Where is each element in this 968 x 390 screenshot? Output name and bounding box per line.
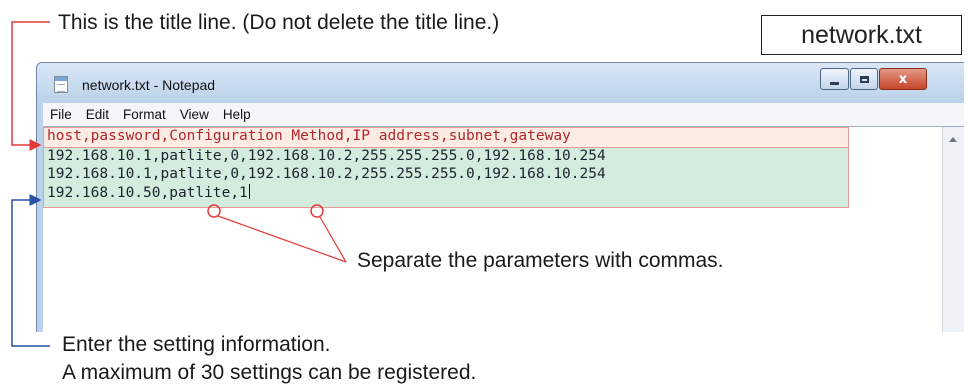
close-button[interactable]: x [879,68,927,90]
menu-help[interactable]: Help [216,107,258,122]
minimize-icon [830,81,839,85]
editor-line-setting-1: 192.168.10.1,patlite,0,192.168.10.2,255.… [47,148,606,164]
close-icon: x [898,71,908,87]
notepad-icon [54,76,68,93]
menu-format[interactable]: Format [116,107,173,122]
comma-note: Separate the parameters with commas. [357,249,724,272]
menu-bar: File Edit Format View Help [43,103,964,126]
editor-line-setting-3: 192.168.10.50,patlite,1 [47,184,250,202]
file-name-label: network.txt [761,15,962,55]
scroll-up-icon[interactable] [949,137,957,142]
menu-file[interactable]: File [43,107,79,122]
file-name-label-text: network.txt [801,20,922,49]
editor-line-title: host,password,Configuration Method,IP ad… [47,128,571,144]
text-caret [248,184,250,199]
minimize-button[interactable] [820,68,849,90]
title-bar[interactable]: network.txt - Notepad x [37,63,964,101]
editor-line-setting-2: 192.168.10.1,patlite,0,192.168.10.2,255.… [47,166,606,182]
menu-edit[interactable]: Edit [79,107,116,122]
notepad-window: network.txt - Notepad x File Edit Format… [36,62,964,332]
maximize-button[interactable] [850,68,878,90]
maximize-icon [859,75,869,83]
title-line-note: This is the title line. (Do not delete t… [58,11,500,34]
menu-view[interactable]: View [173,107,216,122]
vertical-scrollbar[interactable] [942,127,964,332]
editor-line-setting-3-text: 192.168.10.50,patlite,1 [47,185,248,201]
text-editor[interactable]: host,password,Configuration Method,IP ad… [43,126,964,332]
settings-limit-note: A maximum of 30 settings can be register… [62,361,477,384]
setting-info-note: Enter the setting information. [62,333,331,356]
window-title: network.txt - Notepad [82,77,216,93]
